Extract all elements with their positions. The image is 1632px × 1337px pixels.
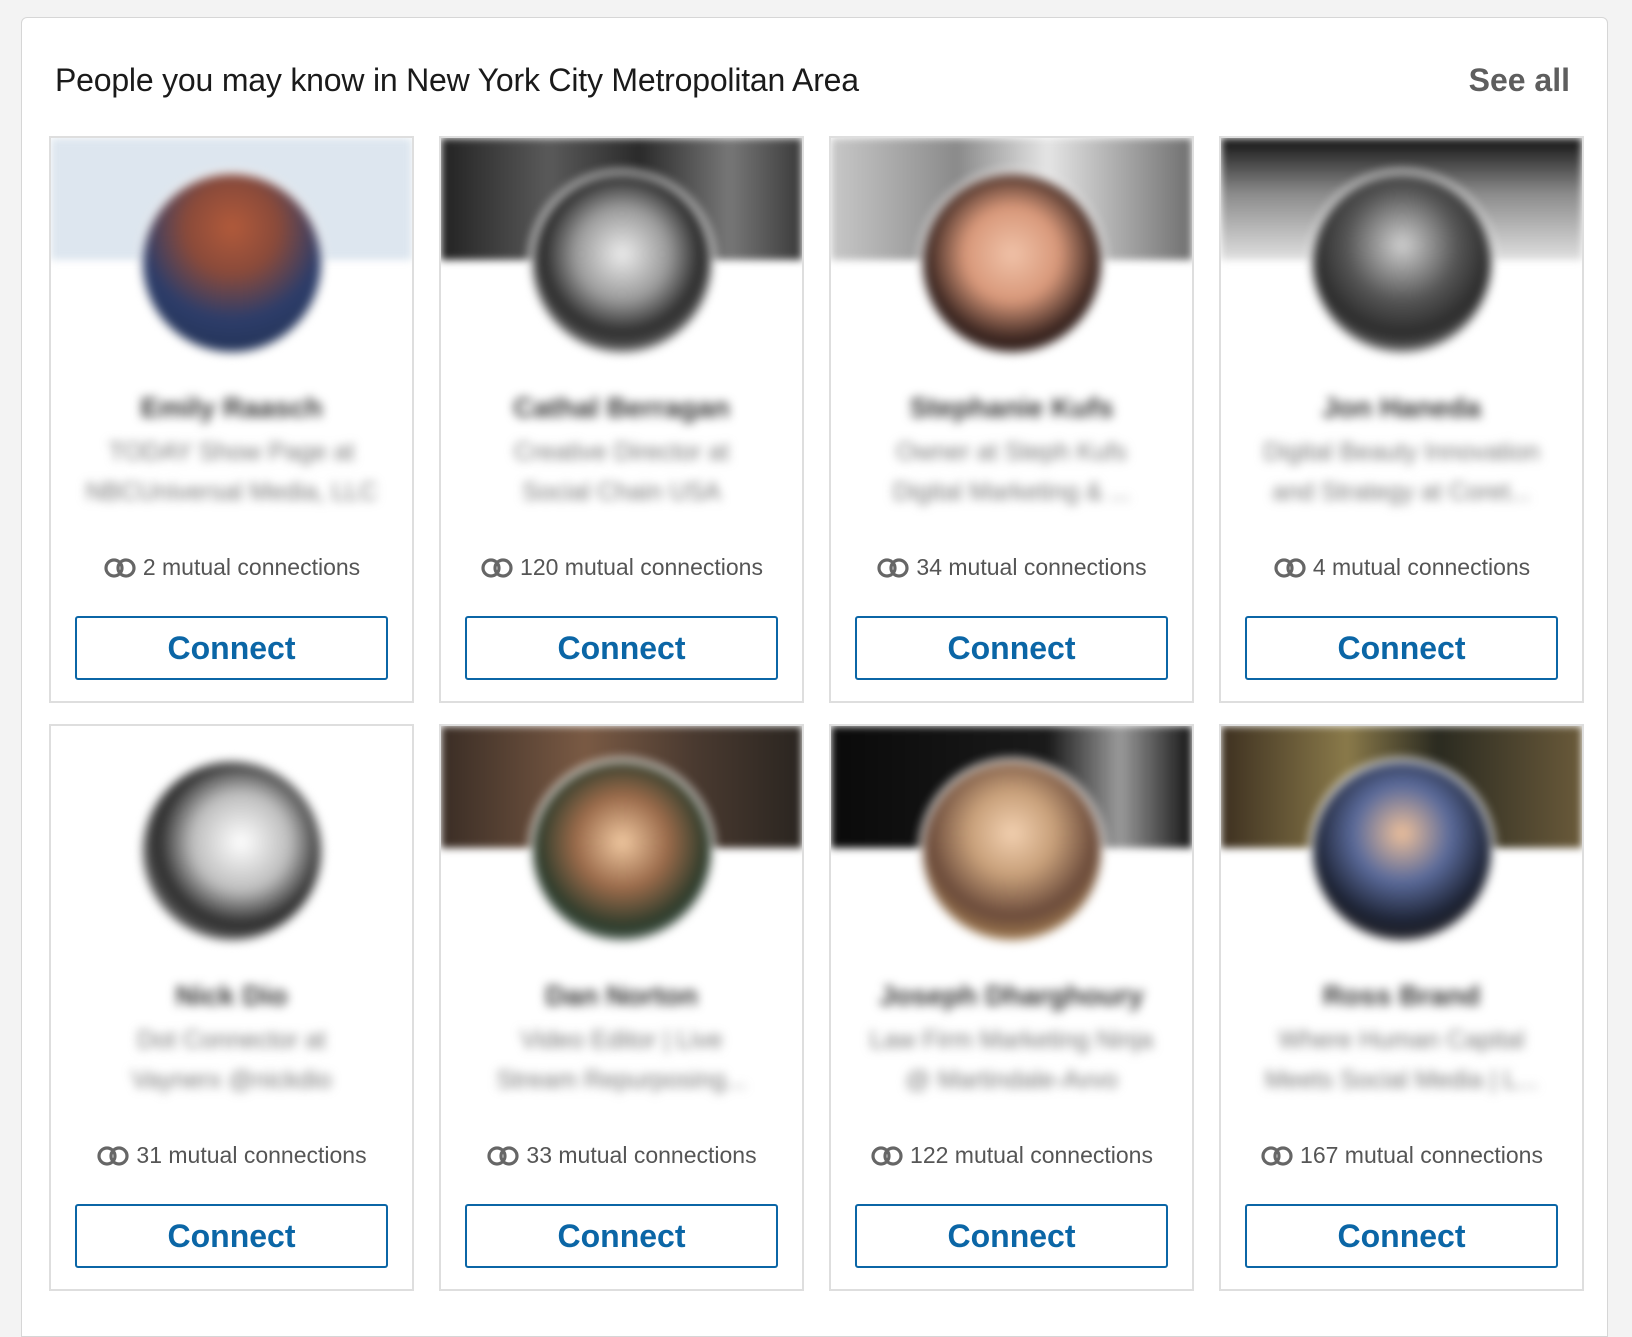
person-name[interactable]: Ross Brand <box>1221 980 1582 1012</box>
connect-button[interactable]: Connect <box>1245 616 1558 680</box>
person-headline: Dot Connector at Vaynerx @nickdio <box>69 1020 394 1100</box>
mutual-connections-icon <box>104 557 136 578</box>
profile-photo[interactable] <box>528 170 715 356</box>
headline-line-2: Stream Repurposing... <box>496 1066 747 1094</box>
headline-line-1: Video Editor | Live <box>520 1026 723 1054</box>
headline-line-2: NBCUniversal Media, LLC <box>85 478 378 506</box>
connect-button[interactable]: Connect <box>465 616 778 680</box>
person-name[interactable]: Dan Norton <box>441 980 802 1012</box>
people-you-may-know-panel: People you may know in New York City Met… <box>21 17 1608 1337</box>
connect-button[interactable]: Connect <box>855 1204 1168 1268</box>
headline-line-1: Where Human Capital <box>1278 1026 1525 1054</box>
suggestion-grid: Emily Raasch TODAY Show Page at NBCUnive… <box>49 136 1584 1291</box>
person-card: Stephanie Kufs Owner at Steph Kufs Digit… <box>829 136 1194 703</box>
mutual-connections-label: 33 mutual connections <box>526 1142 757 1168</box>
profile-photo[interactable] <box>1308 170 1495 356</box>
person-card: Ross Brand Where Human Capital Meets Soc… <box>1219 724 1584 1291</box>
person-headline: Where Human Capital Meets Social Media |… <box>1239 1020 1564 1100</box>
mutual-connections-icon <box>97 1145 130 1166</box>
headline-line-2: and Strategy at Coret... <box>1272 478 1531 506</box>
profile-photo[interactable] <box>138 170 325 356</box>
mutual-connections[interactable]: 120 mutual connections <box>441 554 802 581</box>
person-name[interactable]: Joseph Dharghoury <box>831 980 1192 1012</box>
headline-line-1: Law Firm Marketing Ninja <box>869 1026 1154 1054</box>
mutual-connections[interactable]: 4 mutual connections <box>1221 554 1582 581</box>
person-card: Emily Raasch TODAY Show Page at NBCUnive… <box>49 136 414 703</box>
headline-line-1: Digital Beauty Innovation <box>1263 438 1540 466</box>
connect-button[interactable]: Connect <box>75 1204 388 1268</box>
headline-line-2: Meets Social Media | L... <box>1264 1066 1539 1094</box>
connect-button[interactable]: Connect <box>75 616 388 680</box>
person-name[interactable]: Stephanie Kufs <box>831 392 1192 424</box>
person-name[interactable]: Cathal Berragan <box>441 392 802 424</box>
connect-button[interactable]: Connect <box>1245 1204 1558 1268</box>
mutual-connections-label: 34 mutual connections <box>916 554 1147 580</box>
headline-line-1: TODAY Show Page at <box>108 438 355 466</box>
headline-line-1: Dot Connector at <box>137 1026 326 1054</box>
person-card: Jon Haneda Digital Beauty Innovation and… <box>1219 136 1584 703</box>
profile-photo[interactable] <box>138 758 325 944</box>
mutual-connections-label: 2 mutual connections <box>142 554 361 580</box>
headline-line-1: Creative Director at <box>513 438 730 466</box>
headline-line-2: @ Martindale-Avvo <box>905 1066 1118 1094</box>
person-headline: Law Firm Marketing Ninja @ Martindale-Av… <box>849 1020 1174 1100</box>
mutual-connections-icon <box>1261 1145 1293 1166</box>
headline-line-2: Social Chain USA <box>522 478 721 506</box>
profile-photo[interactable] <box>918 170 1105 356</box>
person-headline: Owner at Steph Kufs Digital Marketing & … <box>849 432 1174 512</box>
headline-line-2: Digital Marketing & ... <box>892 478 1131 506</box>
person-card: Nick Dio Dot Connector at Vaynerx @nickd… <box>49 724 414 1291</box>
connect-button[interactable]: Connect <box>855 616 1168 680</box>
person-card: Dan Norton Video Editor | Live Stream Re… <box>439 724 804 1291</box>
mutual-connections[interactable]: 31 mutual connections <box>51 1142 412 1169</box>
connect-button[interactable]: Connect <box>465 1204 778 1268</box>
profile-photo[interactable] <box>1308 758 1495 944</box>
mutual-connections-icon <box>487 1145 520 1166</box>
mutual-connections-label: 167 mutual connections <box>1300 1142 1543 1168</box>
mutual-connections-icon <box>877 557 910 578</box>
person-name[interactable]: Jon Haneda <box>1221 392 1582 424</box>
person-card: Cathal Berragan Creative Director at Soc… <box>439 136 804 703</box>
section-title: People you may know in New York City Met… <box>55 62 859 98</box>
person-headline: Video Editor | Live Stream Repurposing..… <box>459 1020 784 1100</box>
headline-line-1: Owner at Steph Kufs <box>896 438 1127 466</box>
mutual-connections-label: 120 mutual connections <box>520 554 763 580</box>
person-name[interactable]: Nick Dio <box>51 980 412 1012</box>
mutual-connections[interactable]: 122 mutual connections <box>831 1142 1192 1169</box>
mutual-connections-label: 31 mutual connections <box>136 1142 367 1168</box>
mutual-connections[interactable]: 167 mutual connections <box>1221 1142 1582 1169</box>
mutual-connections-label: 4 mutual connections <box>1312 554 1531 580</box>
profile-photo[interactable] <box>528 758 715 944</box>
see-all-link[interactable]: See all <box>1469 62 1570 99</box>
profile-photo[interactable] <box>918 758 1105 944</box>
mutual-connections[interactable]: 33 mutual connections <box>441 1142 802 1169</box>
mutual-connections-icon <box>871 1145 903 1166</box>
mutual-connections-icon <box>1274 557 1306 578</box>
headline-line-2: Vaynerx @nickdio <box>131 1066 332 1094</box>
mutual-connections[interactable]: 2 mutual connections <box>51 554 412 581</box>
mutual-connections[interactable]: 34 mutual connections <box>831 554 1192 581</box>
mutual-connections-label: 122 mutual connections <box>910 1142 1153 1168</box>
person-card: Joseph Dharghoury Law Firm Marketing Nin… <box>829 724 1194 1291</box>
mutual-connections-icon <box>481 557 513 578</box>
person-headline: Creative Director at Social Chain USA <box>459 432 784 512</box>
person-headline: Digital Beauty Innovation and Strategy a… <box>1239 432 1564 512</box>
person-name[interactable]: Emily Raasch <box>51 392 412 424</box>
person-headline: TODAY Show Page at NBCUniversal Media, L… <box>69 432 394 512</box>
